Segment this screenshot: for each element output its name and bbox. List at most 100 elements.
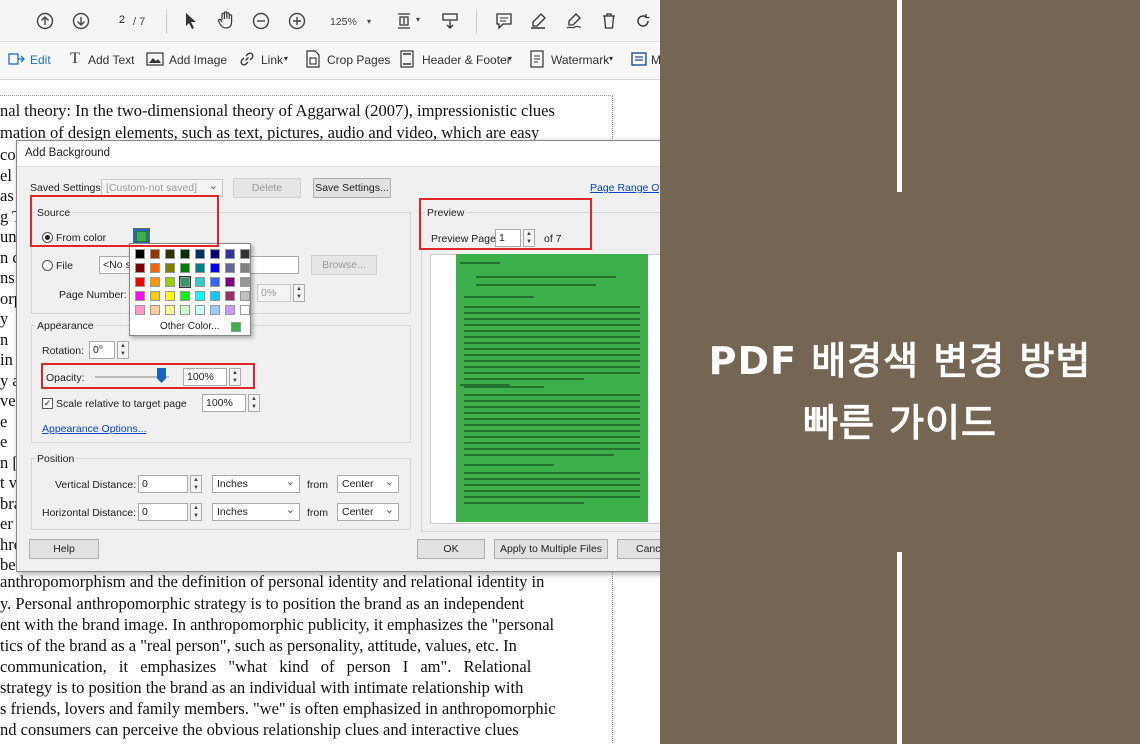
rotation-input[interactable]: 0° [89,341,115,359]
horizontal-from-dropdown[interactable]: Center [337,503,399,521]
ok-button[interactable]: OK [417,539,485,559]
color-swatch[interactable] [165,291,175,301]
zoom-dropdown-icon[interactable]: ▾ [364,16,374,26]
more-tools-button[interactable]: M [651,53,660,67]
color-swatch[interactable] [225,263,235,273]
hand-tool-icon[interactable] [216,10,236,30]
link-dropdown-icon[interactable]: ▾ [284,54,288,63]
page-up-icon[interactable] [36,12,54,30]
scale-relative-checkbox[interactable]: ✓ [42,398,53,409]
color-swatch[interactable] [179,276,191,288]
color-swatch[interactable] [210,291,220,301]
add-image-button[interactable]: Add Image [169,53,227,67]
color-swatch[interactable] [165,249,175,259]
color-swatch[interactable] [150,249,160,259]
other-color-swatch[interactable] [231,322,241,332]
watermark-dropdown-icon[interactable]: ▾ [609,54,613,63]
color-swatch[interactable] [240,305,250,315]
color-swatch[interactable] [210,277,220,287]
color-swatch[interactable] [165,263,175,273]
color-swatch[interactable] [225,277,235,287]
color-swatch[interactable] [240,291,250,301]
color-swatch[interactable] [150,263,160,273]
page-range-options-link[interactable]: Page Range Opti [590,182,660,194]
color-swatch[interactable] [150,305,160,315]
cancel-button[interactable]: Cance [617,539,660,559]
color-swatch[interactable] [225,305,235,315]
fit-page-icon[interactable] [394,11,414,31]
add-text-button[interactable]: Add Text [88,53,134,67]
watermark-icon[interactable] [528,50,546,68]
scale-relative-stepper[interactable]: ▲ ▼ [248,394,260,412]
more-tools-icon[interactable] [630,50,648,68]
browse-button[interactable]: Browse... [311,255,377,275]
edit-button[interactable]: Edit [30,53,51,67]
other-color-option[interactable]: Other Color... [160,321,219,332]
color-swatch[interactable] [225,291,235,301]
watermark-button[interactable]: Watermark [551,53,609,67]
add-text-icon[interactable]: T [66,50,84,68]
horizontal-unit-dropdown[interactable]: Inches [212,503,300,521]
header-footer-button[interactable]: Header & Footer [422,53,511,67]
save-settings-button[interactable]: Save Settings... [313,178,391,198]
help-button[interactable]: Help [29,539,99,559]
link-button[interactable]: Link [261,53,283,67]
file-radio[interactable] [42,260,53,271]
absolute-scale-stepper[interactable]: ▲ ▼ [293,284,305,302]
delete-icon[interactable] [600,11,618,31]
color-swatch[interactable] [210,305,220,315]
color-swatch[interactable] [210,263,220,273]
scroll-mode-icon[interactable] [440,11,460,31]
color-swatch[interactable] [195,263,205,273]
appearance-options-link[interactable]: Appearance Options... [42,423,146,435]
rotation-stepper[interactable]: ▲ ▼ [117,341,129,359]
scale-relative-input[interactable]: 100% [202,394,246,412]
horizontal-distance-stepper[interactable]: ▲ ▼ [190,503,202,521]
zoom-in-icon[interactable] [288,12,306,30]
sign-icon[interactable] [564,11,584,31]
header-footer-dropdown-icon[interactable]: ▾ [508,54,512,63]
vertical-distance-stepper[interactable]: ▲ ▼ [190,475,202,493]
color-swatch[interactable] [150,291,160,301]
apply-multiple-files-button[interactable]: Apply to Multiple Files [494,539,608,559]
vertical-unit-dropdown[interactable]: Inches [212,475,300,493]
color-swatch[interactable] [165,305,175,315]
color-swatch[interactable] [150,277,160,287]
select-cursor-icon[interactable] [183,11,199,31]
absolute-scale-input[interactable]: 0% [257,284,291,302]
color-swatch[interactable] [195,277,205,287]
crop-pages-button[interactable]: Crop Pages [327,53,390,67]
rotate-icon[interactable] [634,11,652,31]
color-swatch[interactable] [195,291,205,301]
vertical-from-dropdown[interactable]: Center [337,475,399,493]
color-swatch[interactable] [135,291,145,301]
comment-icon[interactable] [494,11,514,31]
color-swatch[interactable] [180,263,190,273]
color-swatch[interactable] [135,249,145,259]
color-swatch[interactable] [180,249,190,259]
fit-dropdown-icon[interactable]: ▾ [414,14,422,24]
color-swatch[interactable] [210,249,220,259]
page-down-icon[interactable] [72,12,90,30]
color-swatch[interactable] [135,263,145,273]
header-footer-icon[interactable] [398,50,416,68]
color-swatch[interactable] [180,291,190,301]
highlight-pen-icon[interactable] [528,11,548,31]
color-swatch[interactable] [180,305,190,315]
color-swatch[interactable] [165,277,175,287]
color-swatch[interactable] [195,249,205,259]
edit-icon[interactable] [8,50,26,68]
color-swatch[interactable] [135,277,145,287]
vertical-distance-input[interactable]: 0 [138,475,188,493]
color-swatch[interactable] [195,305,205,315]
color-swatch[interactable] [225,249,235,259]
page-number-input[interactable]: 2 [106,12,128,31]
add-image-icon[interactable] [146,50,164,68]
link-icon[interactable] [238,50,256,68]
zoom-out-icon[interactable] [252,12,270,30]
color-swatch[interactable] [240,277,250,287]
crop-pages-icon[interactable] [304,50,322,68]
color-swatch[interactable] [135,305,145,315]
horizontal-distance-input[interactable]: 0 [138,503,188,521]
delete-button[interactable]: Delete [233,178,301,198]
